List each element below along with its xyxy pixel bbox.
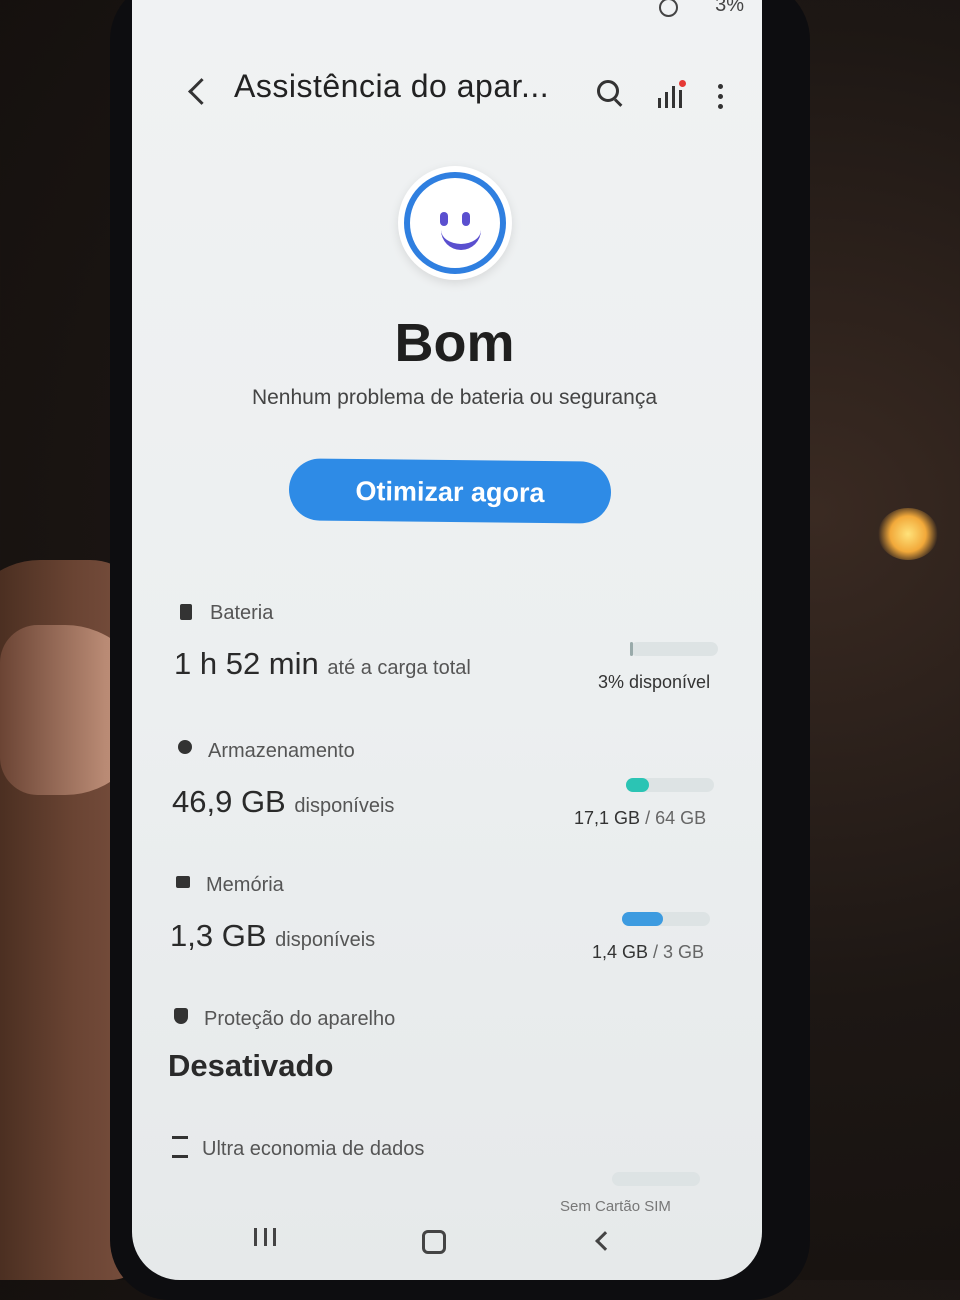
memory-bar-fill [622,912,664,926]
battery-section[interactable]: Bateria 1 h 52 min até a carga total 3% … [132,590,762,710]
stats-icon[interactable] [656,80,686,108]
protection-label: Proteção do aparelho [204,1008,396,1030]
memory-bar [622,912,710,926]
storage-bar-fill [626,778,650,792]
data-saver-bar [612,1172,700,1186]
memory-value: 1,3 GB disponíveis [170,918,376,953]
smiley-face-icon [398,166,512,280]
data-saver-icon [172,1136,188,1158]
phone-screen: 3% Assistência do apar... Bom Nenhum pro… [132,0,762,1280]
status-title: Bom [394,313,515,373]
battery-value: 1 h 52 min até a carga total [174,646,471,681]
battery-label: Bateria [210,602,274,624]
optimize-now-button[interactable]: Otimizar agora [288,458,612,524]
battery-bar [630,642,718,656]
back-icon[interactable] [188,78,215,105]
memory-usage: 1,4 GB / 3 GB [592,942,705,962]
search-icon[interactable] [597,80,623,107]
do-not-disturb-icon [659,0,678,17]
protection-status: Desativado [168,1048,334,1083]
storage-usage: 17,1 GB / 64 GB [574,808,707,828]
storage-icon [178,740,192,754]
storage-label: Armazenamento [208,740,355,762]
no-sim-text: Sem Cartão SIM [560,1198,671,1215]
memory-section[interactable]: Memória 1,3 GB disponíveis 1,4 GB / 3 GB [132,862,762,982]
memory-icon [176,876,190,888]
battery-bar-fill [630,642,633,656]
protection-section[interactable]: Proteção do aparelho Desativado [132,996,762,1106]
background-light [878,508,938,560]
data-saver-label: Ultra economia de dados [202,1138,425,1160]
shield-icon [174,1008,188,1024]
memory-label: Memória [206,874,284,896]
storage-bar [626,778,714,792]
battery-available: 3% disponível [598,672,711,692]
storage-section[interactable]: Armazenamento 46,9 GB disponíveis 17,1 G… [132,728,762,848]
status-subtitle: Nenhum problema de bateria ou segurança [251,386,658,409]
more-vertical-icon[interactable] [718,84,724,110]
storage-value: 46,9 GB disponíveis [172,784,395,819]
nav-back-icon[interactable] [595,1231,615,1251]
page-title: Assistência do apar... [234,68,550,104]
recent-apps-icon[interactable] [254,1228,276,1246]
battery-status: 3% [715,0,744,16]
battery-icon [180,604,192,620]
home-icon[interactable] [422,1230,446,1254]
data-saver-section[interactable]: Ultra economia de dados Sem Cartão SIM [132,1130,762,1230]
notification-dot [679,80,686,87]
